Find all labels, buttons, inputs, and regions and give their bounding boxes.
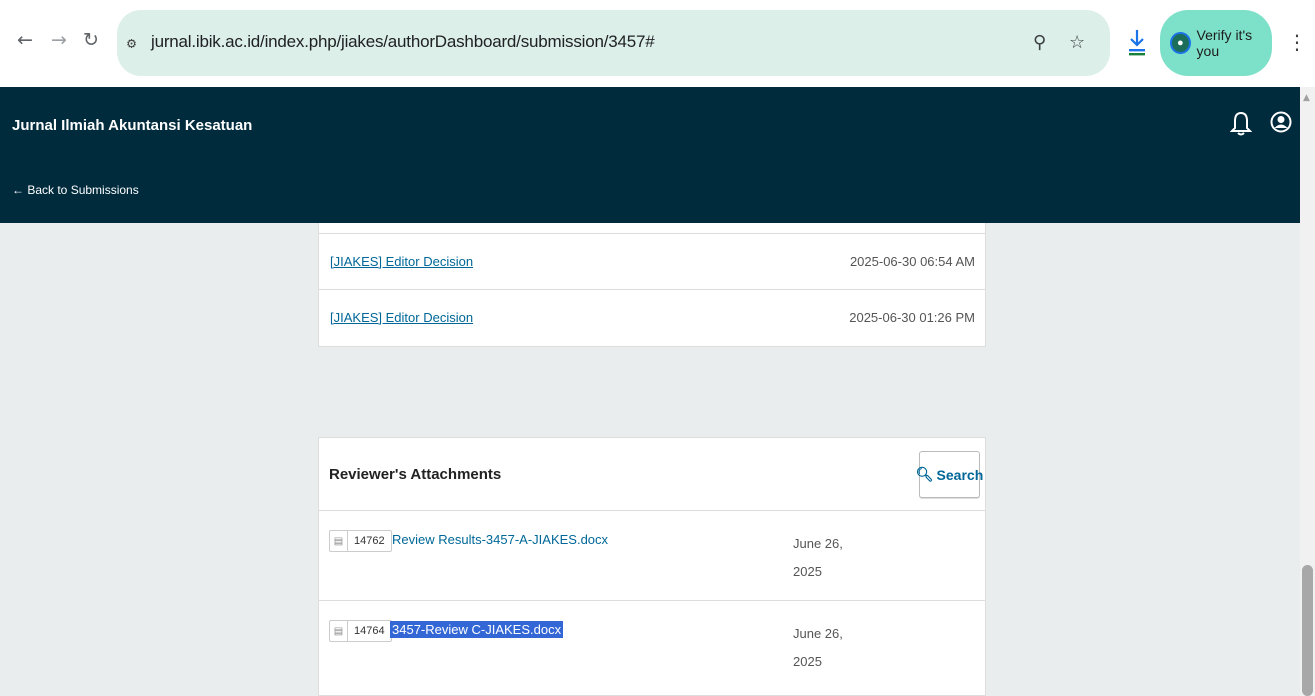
file-name-link[interactable]: 3457-Review C-JIAKES.docx: [390, 621, 564, 638]
forward-arrow-icon[interactable]: →: [47, 28, 71, 52]
search-icon: 🔍︎: [915, 466, 934, 483]
zoom-icon[interactable]: ⚲: [1033, 32, 1046, 53]
scrollbar-thumb[interactable]: [1302, 565, 1313, 696]
attachments-header: Reviewer's Attachments 🔍︎ Search: [319, 438, 985, 510]
reviewer-attachments-panel: Reviewer's Attachments 🔍︎ Search ▤ 14762…: [318, 437, 986, 696]
journal-title[interactable]: Jurnal Ilmiah Akuntansi Kesatuan: [12, 117, 252, 134]
user-account-icon[interactable]: [1270, 111, 1292, 133]
search-button[interactable]: 🔍︎ Search: [915, 451, 983, 498]
reload-icon[interactable]: ↻: [79, 28, 103, 52]
verify-label: Verify it's you: [1196, 27, 1253, 59]
back-arrow-icon[interactable]: ←: [13, 28, 37, 52]
email-row: [JIAKES] Editor Decision 2025-06-30 01:2…: [319, 289, 985, 345]
email-subject-link[interactable]: [JIAKES] Editor Decision: [330, 310, 473, 325]
attachment-row: ▤ 14764 3457-Review C-JIAKES.docx June 2…: [319, 600, 985, 690]
file-id-badge: 14764: [347, 620, 392, 642]
attachments-title: Reviewer's Attachments: [329, 466, 502, 483]
browser-toolbar: ← → ↻ ⚙ jurnal.ibik.ac.id/index.php/jiak…: [0, 0, 1315, 87]
file-date-line1: June 26,: [793, 536, 843, 551]
email-subject-link[interactable]: [JIAKES] Editor Decision: [330, 254, 473, 269]
file-date: June 26, 2025: [793, 530, 853, 586]
attachment-row: ▤ 14762 Review Results-3457-A-JIAKES.doc…: [319, 510, 985, 600]
verify-profile-button[interactable]: ● Verify it's you: [1160, 10, 1272, 76]
back-to-submissions-link[interactable]: ← Back to Submissions: [12, 183, 139, 197]
file-date-line2: 2025: [793, 654, 822, 669]
file-name-link[interactable]: Review Results-3457-A-JIAKES.docx: [390, 531, 610, 548]
file-icon: ▤: [329, 530, 347, 552]
file-id-badge: 14762: [347, 530, 392, 552]
bookmark-star-icon[interactable]: ☆: [1069, 32, 1085, 53]
email-date: 2025-06-30 06:54 AM: [849, 254, 975, 269]
file-date: June 26, 2025: [793, 620, 853, 676]
site-info-icon[interactable]: ⚙: [127, 33, 147, 53]
url-text[interactable]: jurnal.ibik.ac.id/index.php/jiakes/autho…: [151, 32, 655, 52]
email-log-panel: [JIAKES] Editor Decision 2025-06-30 06:5…: [318, 223, 986, 347]
profile-avatar-icon: ●: [1170, 32, 1191, 54]
browser-menu-icon[interactable]: ⋮: [1287, 30, 1307, 54]
address-bar[interactable]: ⚙ jurnal.ibik.ac.id/index.php/jiakes/aut…: [117, 10, 1110, 76]
app-header: Jurnal Ilmiah Akuntansi Kesatuan ← Back …: [0, 87, 1300, 223]
notification-bell-icon[interactable]: [1230, 111, 1252, 137]
download-icon[interactable]: [1126, 28, 1148, 56]
email-row: [JIAKES] Editor Decision 2025-06-30 06:5…: [319, 233, 985, 289]
file-icon: ▤: [329, 620, 347, 642]
search-button-label: Search: [936, 466, 984, 483]
file-date-line1: June 26,: [793, 626, 843, 641]
scroll-up-icon[interactable]: ▲: [1303, 93, 1310, 103]
email-date: 2025-06-30 01:26 PM: [849, 310, 975, 325]
file-date-line2: 2025: [793, 564, 822, 579]
page-scrollbar[interactable]: ▲: [1300, 87, 1315, 696]
